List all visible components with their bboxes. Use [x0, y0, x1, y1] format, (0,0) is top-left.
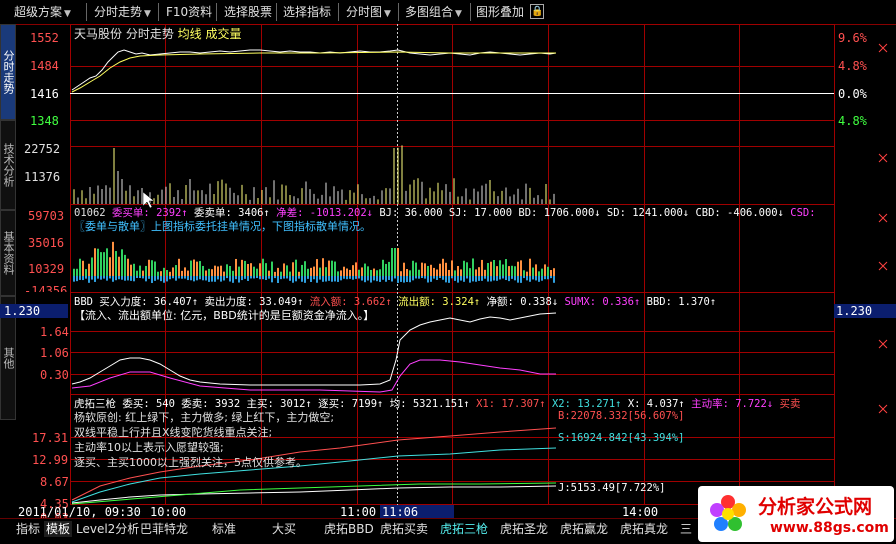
order-bars [73, 241, 555, 283]
chart3-note: 【流入、流出额单位: 亿元，BBD统计的是巨额资金净流入。】 [74, 309, 375, 322]
order-label: 10329 [28, 262, 65, 276]
cursor-value-left-text: 1.230 [4, 304, 41, 318]
chart4-notes: 杨软原创: 红上绿下，主力做多; 绿上红下，主力做空; 双线平稳上行并且X线变陀… [74, 410, 334, 470]
flower-logo-icon [710, 495, 746, 531]
chart3-outflow: 流出额: 3.324↑ [398, 296, 481, 308]
tab-tiger-trade[interactable]: 虎拓买卖 [380, 521, 428, 537]
pct-label: 4.8% [838, 59, 867, 73]
tab-tiger-true-dragon[interactable]: 虎拓真龙 [620, 521, 668, 537]
chart1-title: 天马股份 分时走势 均线 成交量 [74, 25, 242, 42]
pct-label: 4.8% [838, 114, 867, 128]
chart2-sd: SD: 1241.000↓ [606, 207, 690, 219]
chart4-avg: 均: 5321.151↑ [389, 398, 470, 410]
tab-tiger-win-dragon[interactable]: 虎拓赢龙 [560, 521, 608, 537]
chart2-csd: CSD: [790, 207, 816, 219]
time-axis-start: 2011/01/10, 09:30 [18, 505, 141, 519]
chart2-bd: BD: 1706.000↓ [518, 207, 601, 219]
volume-label: 11376 [24, 170, 61, 184]
cursor-value-right: 1.230 [834, 304, 896, 318]
tab-more[interactable]: 三 [680, 521, 692, 537]
chart4-main-buy: 主买: 3012↑ [246, 398, 312, 410]
chart4-note: 主动率10以上表示入愿望较强; [74, 441, 224, 454]
time-axis-tick: 11:00 [340, 505, 377, 519]
chart4-ann-s: S:16924.842[43.394%] [558, 432, 685, 444]
tab-tiger-bbd[interactable]: 虎拓BBD [324, 521, 374, 537]
chart4-sell: 委卖: 3932 [181, 398, 241, 410]
pct-label: 0.0% [838, 87, 867, 101]
tab-buffett[interactable]: 巴菲特龙 [140, 521, 188, 537]
chart4-note: 逐买、主买1000以上强烈关注，5点仅供参考。 [74, 456, 307, 469]
price-label: 1416 [30, 87, 59, 101]
chart3-sumx: SUMX: 0.336↑ [564, 296, 641, 308]
j-white-line [71, 485, 557, 504]
time-axis-tick: 10:00 [150, 505, 187, 519]
tab-indicator[interactable]: 指标 [16, 521, 40, 537]
price-label: 1348 [30, 114, 59, 128]
bbd-label: 1.06 [40, 346, 69, 360]
bbd-label: 0.30 [40, 368, 69, 382]
chart3-net: 净额: 0.338↓ [486, 296, 559, 308]
logo-watermark: 分析家公式网 www.88gs.com [698, 486, 894, 542]
order-label: 59703 [28, 209, 65, 223]
bbd-label: 1.64 [40, 325, 69, 339]
chart2-bj: BJ: 36.000 [379, 207, 443, 219]
chart4-note: 杨软原创: 红上绿下，主力做多; 绿上红下，主力做空; [74, 411, 335, 424]
order-label: -14356 [24, 284, 68, 292]
logo-name: 分析家公式网 [758, 496, 873, 518]
time-axis-tick: 14:00 [622, 505, 659, 519]
chart2-sj: SJ: 17.000 [448, 207, 513, 219]
chart4-x1: X1: 17.307↑ [476, 398, 546, 410]
chart2-cbd: CBD: -406.000↓ [695, 207, 784, 219]
logo-url: www.88gs.com [770, 520, 889, 536]
chart4-active-rate: 主动率: 7.722↓ [691, 398, 774, 410]
tab-big-buy[interactable]: 大买 [272, 521, 296, 537]
tab-tiger-three-guns[interactable]: 虎拓三枪 [440, 521, 488, 537]
tab-tiger-saint-dragon[interactable]: 虎拓圣龙 [500, 521, 548, 537]
price-label: 1552 [30, 31, 59, 45]
chart3-bbd: BBD: 1.370↑ [646, 296, 717, 308]
tab-standard[interactable]: 标准 [212, 521, 236, 537]
chart4-ann-j: J:5153.49[7.722%] [558, 482, 666, 494]
tiger-label: 17.31 [32, 431, 69, 445]
close-icons [878, 43, 888, 414]
chart1-title-avg: 均线 [177, 27, 202, 41]
pct-label: 9.6% [838, 31, 867, 45]
chart4-note: 双线平稳上行并且X线变陀货线重点关注; [74, 426, 273, 439]
tiger-label: 8.67 [40, 475, 69, 489]
tiger-label: 12.99 [32, 453, 69, 467]
order-label: 35016 [28, 236, 65, 250]
x-green-line [71, 482, 557, 505]
cursor-value-left: 1.230 [0, 304, 68, 318]
chart1-title-stock: 天马股份 分时走势 [74, 27, 174, 41]
chart4-header: 虎拓三枪 委买: 540 委卖: 3932 主买: 3012↑ 逐买: 7199… [74, 396, 800, 411]
tab-level2[interactable]: Level2分析 [76, 521, 139, 537]
bbd-magenta-line [71, 359, 556, 393]
chart4-ann-b: B:22078.332[56.607%] [558, 410, 685, 422]
tab-template[interactable]: 模板 [44, 521, 73, 537]
avg-line [71, 51, 556, 93]
chart4-trade: 买卖 [779, 398, 801, 410]
chart4-sub-buy: 逐买: 7199↑ [318, 398, 384, 410]
cursor-value-right-text: 1.230 [836, 304, 873, 318]
chart2-note: 〖委单与散单〗上图指标委托挂单情况，下图指标散单情况。 [74, 220, 371, 233]
chart4-x2: X2: 13.271↑ [551, 398, 622, 410]
volume-label: 22752 [24, 142, 61, 156]
price-label: 1484 [30, 59, 59, 73]
chart4-buy: 虎拓三枪 委买: 540 [74, 398, 175, 410]
chart1-title-volume: 成交量 [205, 27, 242, 41]
time-axis-cursor: 11:06 [380, 505, 454, 519]
chart4-x: X: 4.037↑ [627, 398, 685, 410]
